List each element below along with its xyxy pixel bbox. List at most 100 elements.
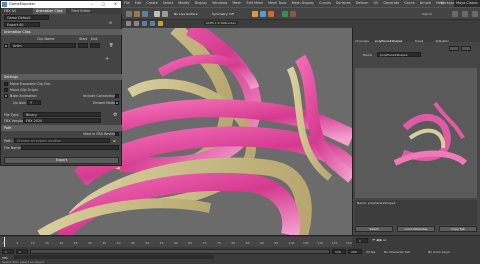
character-set-field[interactable]: No Character Set (384, 250, 410, 254)
lighting-icon[interactable] (158, 21, 163, 26)
tab-animation-clips[interactable]: Animation Clips (33, 8, 66, 14)
preset-gear-icon[interactable]: ⚙ (109, 21, 112, 25)
menu-mesh[interactable]: Mesh (230, 0, 243, 7)
up-axis-select[interactable]: Y (27, 100, 41, 105)
range-start-field[interactable]: 1 (16, 249, 28, 254)
new-scene-icon[interactable] (126, 11, 132, 17)
clip-end-input[interactable] (90, 43, 100, 48)
maximize-icon[interactable]: □ (102, 1, 105, 8)
render-settings-icon[interactable] (268, 11, 274, 17)
menu-deform[interactable]: Deform (354, 0, 371, 7)
timeline-tick-label: 100 (288, 241, 295, 245)
render-icon[interactable] (252, 11, 258, 17)
no-live-surface[interactable]: No Live Surface (174, 12, 198, 16)
start-frame-field[interactable]: 1 (2, 249, 14, 254)
menu-edit[interactable]: Edit (133, 0, 144, 7)
menu-modify[interactable]: Modify (176, 0, 191, 7)
current-frame-field[interactable]: 1 (356, 238, 368, 243)
open-scene-icon[interactable] (134, 11, 140, 17)
menu-generate[interactable]: Generate (381, 0, 401, 7)
file-type-select[interactable]: Binary (23, 112, 101, 117)
export-button[interactable]: Export (4, 157, 119, 164)
camera-icon[interactable] (126, 21, 131, 26)
timeline-tick-label: 10 (30, 241, 35, 245)
load-attributes-button[interactable]: Load Attributes (397, 226, 435, 232)
select-tool-icon[interactable] (154, 11, 160, 17)
embed-media-label: Embed Media (93, 101, 117, 105)
hypershade-icon[interactable] (282, 11, 288, 17)
anim-layer-field[interactable]: No Anim Layer (428, 250, 450, 254)
channel-box-icon[interactable] (472, 11, 478, 17)
swatch-preview (355, 68, 477, 198)
range-end-field[interactable]: 120 (332, 249, 346, 254)
bake-animation-checkbox[interactable] (4, 94, 8, 98)
animation-clips-header[interactable]: Animation Clips (1, 29, 122, 35)
end-frame-field[interactable]: 200 (348, 249, 362, 254)
fps-field[interactable]: 24 fps (366, 250, 375, 254)
menu-file[interactable]: File (122, 0, 132, 7)
tab-time-editor[interactable]: Time Editor (71, 8, 90, 14)
playback-controls[interactable]: ⏮◀▶⏭ (372, 238, 387, 242)
workspace-select[interactable]: Maya Classic (454, 0, 480, 7)
menu-cache[interactable]: Cache (402, 0, 417, 7)
include-connections-checkbox[interactable] (115, 94, 119, 98)
export-all-select[interactable]: Export All (4, 22, 40, 27)
menu-mesh-display[interactable]: Mesh Display (290, 0, 317, 7)
tab-default-arnold[interactable]: defaultAr (435, 39, 449, 43)
range-slider[interactable] (30, 249, 330, 254)
add-clip-icon[interactable]: + (105, 56, 109, 62)
menu-windows[interactable]: Windows (210, 0, 229, 7)
embed-media-checkbox[interactable] (115, 101, 119, 105)
attribute-editor-icon[interactable] (462, 11, 468, 17)
color-management-field[interactable]: ACES 1.0 SDR-video (204, 21, 238, 25)
render-view-icon[interactable] (290, 11, 296, 17)
close-icon[interactable]: ✕ (114, 1, 117, 8)
view-in-fbx-review-checkbox[interactable] (115, 132, 119, 136)
menu-surfaces[interactable]: Surfaces (334, 0, 353, 7)
timeline-tick-label: 95 (274, 241, 279, 245)
command-line-input[interactable] (14, 255, 214, 259)
grid-icon[interactable] (134, 21, 139, 26)
notes-area[interactable]: Name: polyPlane1Shape1 (355, 200, 477, 225)
modeling-toolkit-icon[interactable] (452, 11, 458, 17)
menu-select[interactable]: Select (161, 0, 175, 7)
menu-mesh-tools[interactable]: Mesh Tools (266, 0, 288, 7)
menu-uv[interactable]: UV (371, 0, 380, 7)
lasso-tool-icon[interactable] (162, 11, 168, 17)
focus-button[interactable] (449, 46, 459, 51)
clip-name-input[interactable]: Anim (10, 43, 76, 48)
tab-time[interactable]: time1 (415, 39, 424, 43)
clip-enabled-checkbox[interactable] (4, 44, 8, 48)
wireframe-icon[interactable] (142, 21, 147, 26)
menu-curves[interactable]: Curves (317, 0, 333, 7)
timeline-tick-label: 45 (131, 241, 135, 245)
smooth-shade-icon[interactable] (150, 21, 155, 26)
menu-create[interactable]: Create (144, 0, 159, 7)
settings-header[interactable]: Settings (1, 74, 122, 80)
file-name-input[interactable] (21, 145, 119, 150)
clip-start-input[interactable] (78, 43, 88, 48)
menu-edit-mesh[interactable]: Edit Mesh (244, 0, 265, 7)
node-name-field[interactable]: polyPlane1Shape1 (377, 52, 421, 57)
preset-select[interactable]: Game Default (4, 15, 49, 20)
minimize-icon[interactable]: – (91, 1, 93, 8)
move-root-checkbox[interactable] (4, 88, 8, 92)
path-input[interactable]: Choose an export location (14, 138, 110, 143)
fbx-version-select[interactable]: FBX 2020 (23, 118, 101, 123)
ipr-render-icon[interactable] (260, 11, 266, 17)
select-button[interactable]: Select (355, 226, 393, 232)
menu-arnold[interactable]: Arnold (418, 0, 433, 7)
tab-poly-plane-shape[interactable]: polyPlane1Shape1 (375, 39, 403, 43)
symmetry-toggle[interactable]: Symmetry: Off (212, 12, 234, 16)
presets-button[interactable] (461, 46, 471, 51)
folder-icon[interactable]: ▰ (113, 138, 116, 144)
move-origin-checkbox[interactable] (4, 82, 8, 86)
menu-display[interactable]: Display (193, 0, 210, 7)
copy-tab-button[interactable]: Copy Tab (439, 226, 477, 232)
delete-clip-icon[interactable]: 🗑 (109, 43, 113, 47)
sign-in-button[interactable]: Sign In (422, 12, 432, 16)
view-in-fbx-review-label: View In FBX Review (83, 132, 117, 136)
save-scene-icon[interactable] (142, 11, 148, 17)
tab-channels[interactable]: Channels (355, 39, 369, 43)
tab-fbx-all[interactable]: FBX All (4, 8, 16, 14)
